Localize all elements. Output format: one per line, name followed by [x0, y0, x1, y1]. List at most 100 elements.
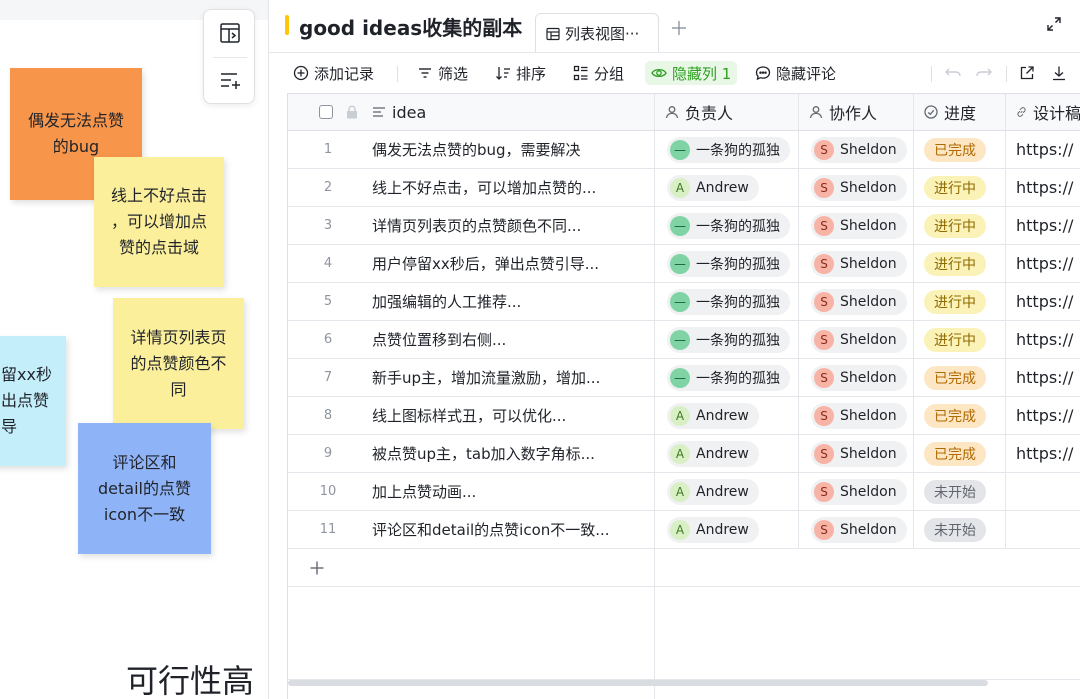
person-tag[interactable]: S Sheldon [811, 326, 907, 353]
table-row[interactable]: 3 详情页列表页的点赞颜色不同... — 一条狗的孤独 S Sheldon 进行中 https… [288, 207, 1080, 245]
filter-button[interactable]: 筛选 [417, 61, 468, 85]
collaborator-cell[interactable]: S Sheldon [799, 397, 914, 434]
column-header-collaborator[interactable]: 协作人 [799, 94, 914, 130]
person-tag[interactable]: A Andrew [667, 516, 759, 543]
collaborator-cell[interactable]: S Sheldon [799, 169, 914, 206]
owner-cell[interactable]: — 一条狗的孤独 [655, 359, 799, 396]
owner-cell[interactable]: A Andrew [655, 473, 799, 510]
idea-cell[interactable]: 加上点赞动画... [372, 473, 655, 510]
open-external-button[interactable] [1019, 61, 1035, 85]
table-row[interactable]: 1 偶发无法点赞的bug，需要解决 — 一条狗的孤独 S Sheldon 已完成 https:… [288, 131, 1080, 169]
progress-cell[interactable]: 已完成 [914, 435, 1006, 472]
progress-cell[interactable]: 进行中 [914, 169, 1006, 206]
person-tag[interactable]: A Andrew [667, 440, 759, 467]
person-tag[interactable]: A Andrew [667, 478, 759, 505]
person-tag[interactable]: S Sheldon [811, 288, 907, 315]
idea-cell[interactable]: 偶发无法点赞的bug，需要解决 [372, 131, 655, 168]
idea-cell[interactable]: 详情页列表页的点赞颜色不同... [372, 207, 655, 244]
person-tag[interactable]: — 一条狗的孤独 [667, 288, 790, 315]
select-all-checkbox[interactable] [319, 105, 333, 119]
person-tag[interactable]: S Sheldon [811, 136, 907, 163]
add-row[interactable] [288, 549, 1080, 587]
collaborator-cell[interactable]: S Sheldon [799, 359, 914, 396]
design-link[interactable]: https:// [1006, 406, 1073, 425]
progress-cell[interactable]: 进行中 [914, 207, 1006, 244]
board-add-list-button[interactable] [217, 67, 243, 93]
owner-cell[interactable]: A Andrew [655, 169, 799, 206]
table-row[interactable]: 9 被点赞up主，tab加入数字角标... A Andrew S Sheldon 已完成 ht… [288, 435, 1080, 473]
progress-cell[interactable]: 已完成 [914, 359, 1006, 396]
owner-cell[interactable]: A Andrew [655, 511, 799, 548]
design-link[interactable]: https:// [1006, 140, 1073, 159]
idea-cell[interactable]: 评论区和detail的点赞icon不一致... [372, 511, 655, 548]
design-link-cell[interactable]: https:// [1006, 131, 1080, 168]
owner-cell[interactable]: A Andrew [655, 435, 799, 472]
add-view-button[interactable] [671, 17, 687, 42]
owner-cell[interactable]: — 一条狗的孤独 [655, 321, 799, 358]
person-tag[interactable]: S Sheldon [811, 516, 907, 543]
person-tag[interactable]: — 一条狗的孤独 [667, 212, 790, 239]
progress-cell[interactable]: 已完成 [914, 131, 1006, 168]
owner-cell[interactable]: — 一条狗的孤独 [655, 283, 799, 320]
person-tag[interactable]: S Sheldon [811, 250, 907, 277]
design-link-cell[interactable]: https:// [1006, 397, 1080, 434]
progress-cell[interactable]: 进行中 [914, 245, 1006, 282]
table-row[interactable]: 2 线上不好点击，可以增加点赞的... A Andrew S Sheldon 进行中 http… [288, 169, 1080, 207]
design-link[interactable]: https:// [1006, 330, 1073, 349]
design-link[interactable]: https:// [1006, 368, 1073, 387]
idea-cell[interactable]: 新手up主，增加流量激励，增加... [372, 359, 655, 396]
collaborator-cell[interactable]: S Sheldon [799, 131, 914, 168]
expand-button[interactable] [1046, 16, 1062, 36]
sticky-note[interactable]: 详情页列表页 的点赞颜色不 同 [113, 298, 244, 429]
person-tag[interactable]: A Andrew [667, 174, 759, 201]
collaborator-cell[interactable]: S Sheldon [799, 511, 914, 548]
collaborator-cell[interactable]: S Sheldon [799, 435, 914, 472]
horizontal-scrollbar[interactable] [288, 680, 988, 686]
person-tag[interactable]: — 一条狗的孤独 [667, 326, 790, 353]
person-tag[interactable]: S Sheldon [811, 478, 907, 505]
design-link-cell[interactable]: https:// [1006, 321, 1080, 358]
progress-cell[interactable]: 进行中 [914, 283, 1006, 320]
tab-list-view[interactable]: 列表视图··· [535, 13, 659, 53]
document-title[interactable]: good ideas收集的副本 [299, 12, 522, 41]
person-tag[interactable]: A Andrew [667, 402, 759, 429]
progress-cell[interactable]: 已完成 [914, 397, 1006, 434]
group-button[interactable]: 分组 [573, 61, 624, 85]
download-button[interactable] [1051, 61, 1067, 85]
owner-cell[interactable]: — 一条狗的孤独 [655, 245, 799, 282]
design-link[interactable]: https:// [1006, 444, 1073, 463]
collaborator-cell[interactable]: S Sheldon [799, 283, 914, 320]
idea-cell[interactable]: 线上图标样式丑，可以优化... [372, 397, 655, 434]
table-row[interactable]: 8 线上图标样式丑，可以优化... A Andrew S Sheldon 已完成 https:… [288, 397, 1080, 435]
design-link-cell[interactable] [1006, 473, 1080, 510]
idea-cell[interactable]: 被点赞up主，tab加入数字角标... [372, 435, 655, 472]
design-link[interactable]: https:// [1006, 292, 1073, 311]
idea-cell[interactable]: 点赞位置移到右侧... [372, 321, 655, 358]
sticky-note[interactable]: 留xx秒 出点赞 导 [0, 336, 66, 466]
whiteboard-canvas[interactable]: 偶发无法点赞 的bug 线上不好点击 ，可以增加点 赞的点击域 详情页列表页 的… [0, 0, 268, 699]
table-row[interactable]: 5 加强编辑的人工推荐... — 一条狗的孤独 S Sheldon 进行中 https:// [288, 283, 1080, 321]
redo-button[interactable] [975, 61, 993, 85]
progress-cell[interactable]: 未开始 [914, 473, 1006, 510]
table-row[interactable]: 7 新手up主，增加流量激励，增加... — 一条狗的孤独 S Sheldon 已完成 htt… [288, 359, 1080, 397]
idea-cell[interactable]: 线上不好点击，可以增加点赞的... [372, 169, 655, 206]
hidden-columns-button[interactable]: 隐藏列 1 [645, 61, 738, 85]
table-row[interactable]: 6 点赞位置移到右侧... — 一条狗的孤独 S Sheldon 进行中 https:// [288, 321, 1080, 359]
collaborator-cell[interactable]: S Sheldon [799, 245, 914, 282]
person-tag[interactable]: S Sheldon [811, 402, 907, 429]
table-row[interactable]: 11 评论区和detail的点赞icon不一致... A Andrew S Sheldon… [288, 511, 1080, 549]
person-tag[interactable]: S Sheldon [811, 440, 907, 467]
design-link[interactable]: https:// [1006, 178, 1073, 197]
column-header-design[interactable]: 设计稿 [1006, 94, 1080, 130]
person-tag[interactable]: S Sheldon [811, 212, 907, 239]
design-link-cell[interactable]: https:// [1006, 283, 1080, 320]
owner-cell[interactable]: A Andrew [655, 397, 799, 434]
design-link-cell[interactable] [1006, 511, 1080, 548]
column-header-idea[interactable]: idea [372, 94, 655, 130]
progress-cell[interactable]: 进行中 [914, 321, 1006, 358]
collaborator-cell[interactable]: S Sheldon [799, 473, 914, 510]
sort-button[interactable]: 排序 [495, 61, 546, 85]
sticky-note[interactable]: 线上不好点击 ，可以增加点 赞的点击域 [94, 157, 224, 287]
design-link[interactable]: https:// [1006, 216, 1073, 235]
person-tag[interactable]: — 一条狗的孤独 [667, 250, 790, 277]
